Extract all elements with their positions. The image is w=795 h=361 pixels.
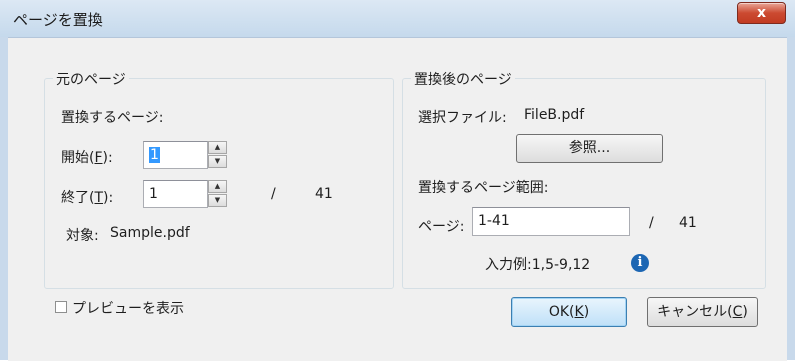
spin-up-icon[interactable]: ▲ [208,180,227,193]
dialog-title: ページを置換 [13,11,103,29]
start-page-spinner: ▲ ▼ [208,141,227,169]
end-page-spinner: ▲ ▼ [208,180,227,208]
window-frame-left [0,37,8,360]
window-frame-right [787,37,795,360]
page-separator: / [271,186,276,202]
page-range-heading: 置換するページ範囲: [418,180,549,196]
end-page-value: 1 [149,186,158,202]
page-range-value: 1-41 [478,213,510,229]
source-group-legend: 元のページ [53,69,129,89]
replacement-pages-group: 置換後のページ 選択ファイル: FileB.pdf 参照... 置換するページ範… [402,69,766,289]
start-page-label: 開始(F): [61,150,113,166]
cancel-button[interactable]: キャンセル(C) [647,297,758,327]
ok-button[interactable]: OK(K) [511,297,627,327]
close-button[interactable]: x [737,2,786,24]
selected-file-label: 選択ファイル: [418,110,507,126]
end-page-label: 終了(T): [61,190,114,206]
spin-up-icon[interactable]: ▲ [208,141,227,154]
page-separator: / [649,215,654,231]
replacement-group-legend: 置換後のページ [411,69,515,89]
page-label: ページ: [418,219,465,235]
browse-button-label: 参照... [568,140,611,156]
total-pages: 41 [315,186,333,202]
spin-down-icon[interactable]: ▼ [208,194,227,207]
page-range-input[interactable]: 1-41 [472,207,630,236]
start-page-input[interactable]: 1 [143,141,208,169]
title-bar: ページを置換 x [0,0,795,38]
replacement-total-pages: 41 [679,215,697,231]
target-file-name: Sample.pdf [110,225,190,241]
info-icon[interactable]: i [631,254,649,272]
spin-down-icon[interactable]: ▼ [208,155,227,168]
browse-button[interactable]: 参照... [516,134,663,163]
ok-button-label: OK(K) [548,304,590,320]
dialog-body: 元のページ 置換するページ: 開始(F): 1 ▲ ▼ 終了(T): 1 ▲ ▼… [8,37,787,361]
input-example: 入力例:1,5-9,12 [485,257,591,273]
pages-to-replace-heading: 置換するページ: [61,110,164,126]
target-label: 対象: [66,228,99,244]
selected-file-name: FileB.pdf [524,107,585,123]
close-icon: x [756,5,767,21]
cancel-button-label: キャンセル(C) [657,304,748,320]
preview-checkbox[interactable] [55,301,67,313]
preview-checkbox-label[interactable]: プレビューを表示 [72,298,184,318]
source-pages-group: 元のページ 置換するページ: 開始(F): 1 ▲ ▼ 終了(T): 1 ▲ ▼… [44,69,394,289]
end-page-input[interactable]: 1 [143,180,208,208]
start-page-value: 1 [149,147,160,163]
